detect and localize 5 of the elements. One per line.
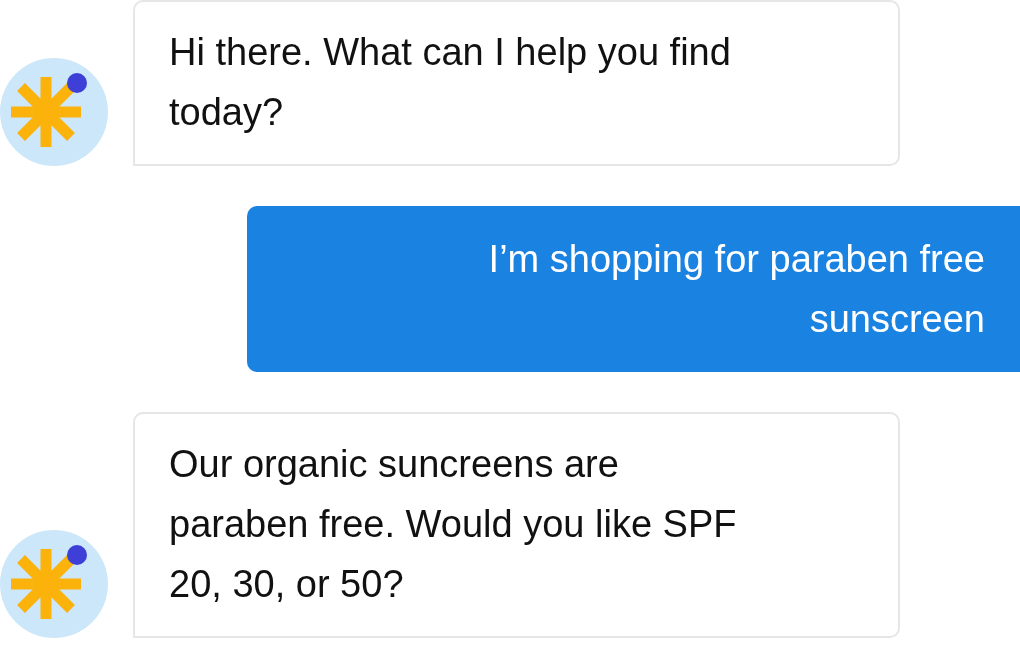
message-text: Our organic suncreens are paraben free. Would you like SPF 20, 30, or 50? [169, 442, 738, 607]
avatar-icon [0, 530, 108, 638]
avatar-icon [0, 58, 108, 166]
message-text: Hi there. What can I help you find today? [169, 30, 732, 135]
message-text: I’m shopping for paraben free sunscreen [487, 237, 985, 342]
